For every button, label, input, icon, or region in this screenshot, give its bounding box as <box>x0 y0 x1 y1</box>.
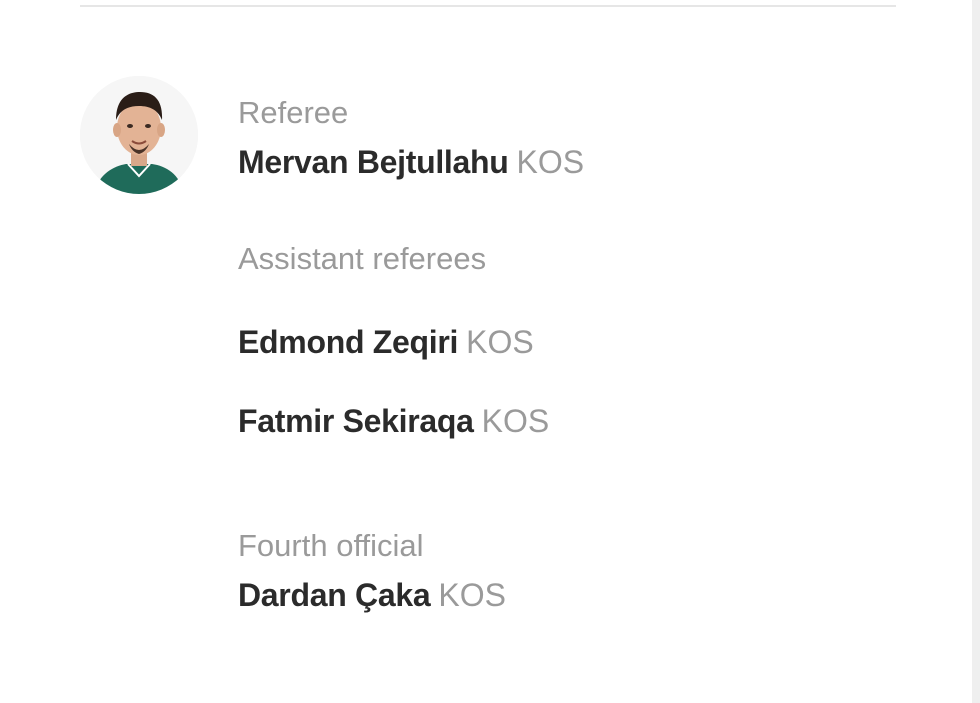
referee-label: Referee <box>238 95 349 130</box>
fourth-official-nationality: KOS <box>438 577 506 613</box>
assistant-referee-entry[interactable]: Fatmir Sekiraqa KOS <box>238 405 549 437</box>
assistant-referee-name[interactable]: Fatmir Sekiraqa <box>238 403 474 439</box>
referee-photo-icon <box>80 76 198 194</box>
fourth-official-label: Fourth official <box>238 528 424 563</box>
assistant-referee-nationality: KOS <box>466 324 534 360</box>
assistant-referee-name[interactable]: Edmond Zeqiri <box>238 324 458 360</box>
fourth-official-name[interactable]: Dardan Çaka <box>238 577 431 613</box>
referee-nationality: KOS <box>516 144 585 180</box>
officials-panel: Referee Mervan Bejtullahu KOS Assistant r… <box>0 0 980 703</box>
assistant-referee-entry[interactable]: Edmond Zeqiri KOS <box>238 326 534 358</box>
assistant-referees-label: Assistant referees <box>238 241 487 276</box>
referee-avatar <box>80 76 198 194</box>
fourth-official-entry[interactable]: Dardan Çaka KOS <box>238 579 506 611</box>
referee-name[interactable]: Mervan Bejtullahu <box>238 144 509 180</box>
assistant-referee-nationality: KOS <box>481 403 550 439</box>
top-divider <box>80 5 896 7</box>
scrollbar-track[interactable] <box>972 0 980 703</box>
referee-entry[interactable]: Mervan Bejtullahu KOS <box>238 146 584 178</box>
